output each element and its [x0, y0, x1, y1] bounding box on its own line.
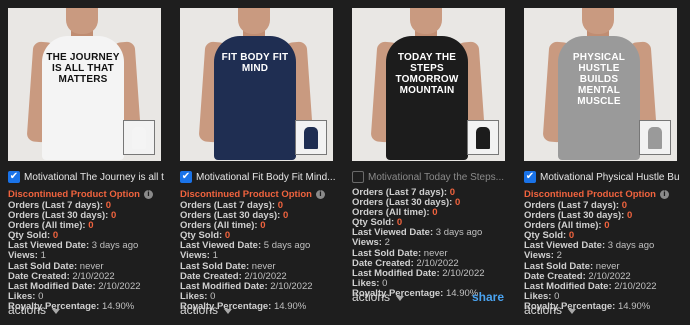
- chevron-down-icon: [396, 295, 405, 301]
- actions-label: actions: [524, 303, 563, 317]
- stat-value: 5 days ago: [263, 240, 311, 252]
- stat-value: 0: [626, 210, 633, 222]
- product-thumbnail[interactable]: PHYSICAL HUSTLE BUILDS MENTAL MUSCLE: [524, 8, 677, 161]
- info-icon[interactable]: i: [143, 190, 153, 199]
- info-icon[interactable]: i: [315, 190, 325, 199]
- stat-value: 3 days ago: [435, 227, 483, 239]
- stat-value: 3 days ago: [91, 240, 139, 252]
- stat-value: 0: [260, 220, 266, 232]
- discontinued-label: Discontinued Product Option: [524, 189, 656, 200]
- mini-preview-thumbnail[interactable]: [467, 120, 499, 155]
- chevron-down-icon: [568, 308, 577, 314]
- actions-label: actions: [352, 290, 391, 304]
- mini-preview-thumbnail[interactable]: [639, 120, 671, 155]
- product-title-row: ✔ Motivational Fit Body Fit Mind...: [180, 169, 336, 185]
- product-title[interactable]: Motivational The Journey is all tha...: [24, 172, 164, 183]
- product-title-row: ✔ Motivational The Journey is all tha...: [8, 169, 164, 185]
- stat-value: 14.90%: [273, 300, 307, 312]
- mini-tank-top: [132, 127, 146, 149]
- product-stats: Orders (Last 7 days): 0 Orders (Last 30 d…: [524, 200, 657, 312]
- stat-value: 2/10/2022: [614, 280, 657, 292]
- product-thumbnail[interactable]: THE JOURNEY IS ALL THAT MATTERS: [8, 8, 161, 161]
- select-checkbox[interactable]: [352, 171, 364, 183]
- stat-value: 0: [604, 220, 610, 232]
- select-checkbox[interactable]: ✔: [8, 171, 20, 183]
- actions-label: actions: [180, 303, 219, 317]
- mini-tank-top: [648, 127, 662, 149]
- mini-preview-thumbnail[interactable]: [123, 120, 155, 155]
- actions-dropdown[interactable]: actions: [524, 303, 577, 317]
- stat-value: 14.90%: [617, 300, 651, 312]
- actions-dropdown[interactable]: actions: [180, 303, 233, 317]
- stat-value: 0: [88, 220, 94, 232]
- mini-tank-top: [304, 127, 318, 149]
- stat-value: 3 days ago: [607, 240, 655, 252]
- product-title[interactable]: Motivational Today the Steps...: [368, 172, 504, 183]
- product-title[interactable]: Motivational Fit Body Fit Mind...: [196, 172, 336, 183]
- actions-dropdown[interactable]: actions: [352, 290, 405, 304]
- chevron-down-icon: [224, 308, 233, 314]
- stat-value: 0: [432, 207, 438, 219]
- stat-value: 2/10/2022: [98, 280, 141, 292]
- info-icon[interactable]: i: [659, 190, 669, 199]
- shirt-print-text: PHYSICAL HUSTLE BUILDS MENTAL MUSCLE: [572, 52, 626, 107]
- stat-value: 14.90%: [101, 300, 135, 312]
- product-stats: Orders (Last 7 days): 0 Orders (Last 30 d…: [180, 200, 313, 312]
- select-checkbox[interactable]: ✔: [180, 171, 192, 183]
- chevron-down-icon: [52, 308, 61, 314]
- product-stats: Orders (Last 7 days): 0 Orders (Last 30 d…: [352, 187, 485, 299]
- actions-label: actions: [8, 303, 47, 317]
- model-head: [238, 8, 270, 34]
- discontinued-label: Discontinued Product Option: [8, 189, 140, 200]
- mini-preview-thumbnail[interactable]: [295, 120, 327, 155]
- discontinued-label: Discontinued Product Option: [180, 189, 312, 200]
- stat-value: 2/10/2022: [442, 267, 485, 279]
- shirt-print-text: TODAY THE STEPS TOMORROW MOUNTAIN: [395, 52, 459, 96]
- model-head: [410, 8, 442, 34]
- product-thumbnail[interactable]: FIT BODY FIT MIND: [180, 8, 333, 161]
- actions-dropdown[interactable]: actions: [8, 303, 61, 317]
- product-title[interactable]: Motivational Physical Hustle Build...: [540, 172, 680, 183]
- stat-value: 0: [454, 197, 461, 209]
- product-thumbnail[interactable]: TODAY THE STEPS TOMORROW MOUNTAIN: [352, 8, 505, 161]
- select-checkbox[interactable]: ✔: [524, 171, 536, 183]
- product-title-row: Motivational Today the Steps...: [352, 169, 508, 185]
- model-head: [66, 8, 98, 34]
- stat-value: 0: [282, 210, 289, 222]
- product-stats: Orders (Last 7 days): 0 Orders (Last 30 d…: [8, 200, 141, 312]
- stat-value: 0: [110, 210, 117, 222]
- mini-tank-top: [476, 127, 490, 149]
- share-link[interactable]: share: [472, 290, 504, 304]
- shirt-print-text: FIT BODY FIT MIND: [221, 52, 289, 74]
- stat-value: 2/10/2022: [270, 280, 313, 292]
- shirt-print-text: THE JOURNEY IS ALL THAT MATTERS: [46, 52, 120, 85]
- product-title-row: ✔ Motivational Physical Hustle Build...: [524, 169, 680, 185]
- model-head: [582, 8, 614, 34]
